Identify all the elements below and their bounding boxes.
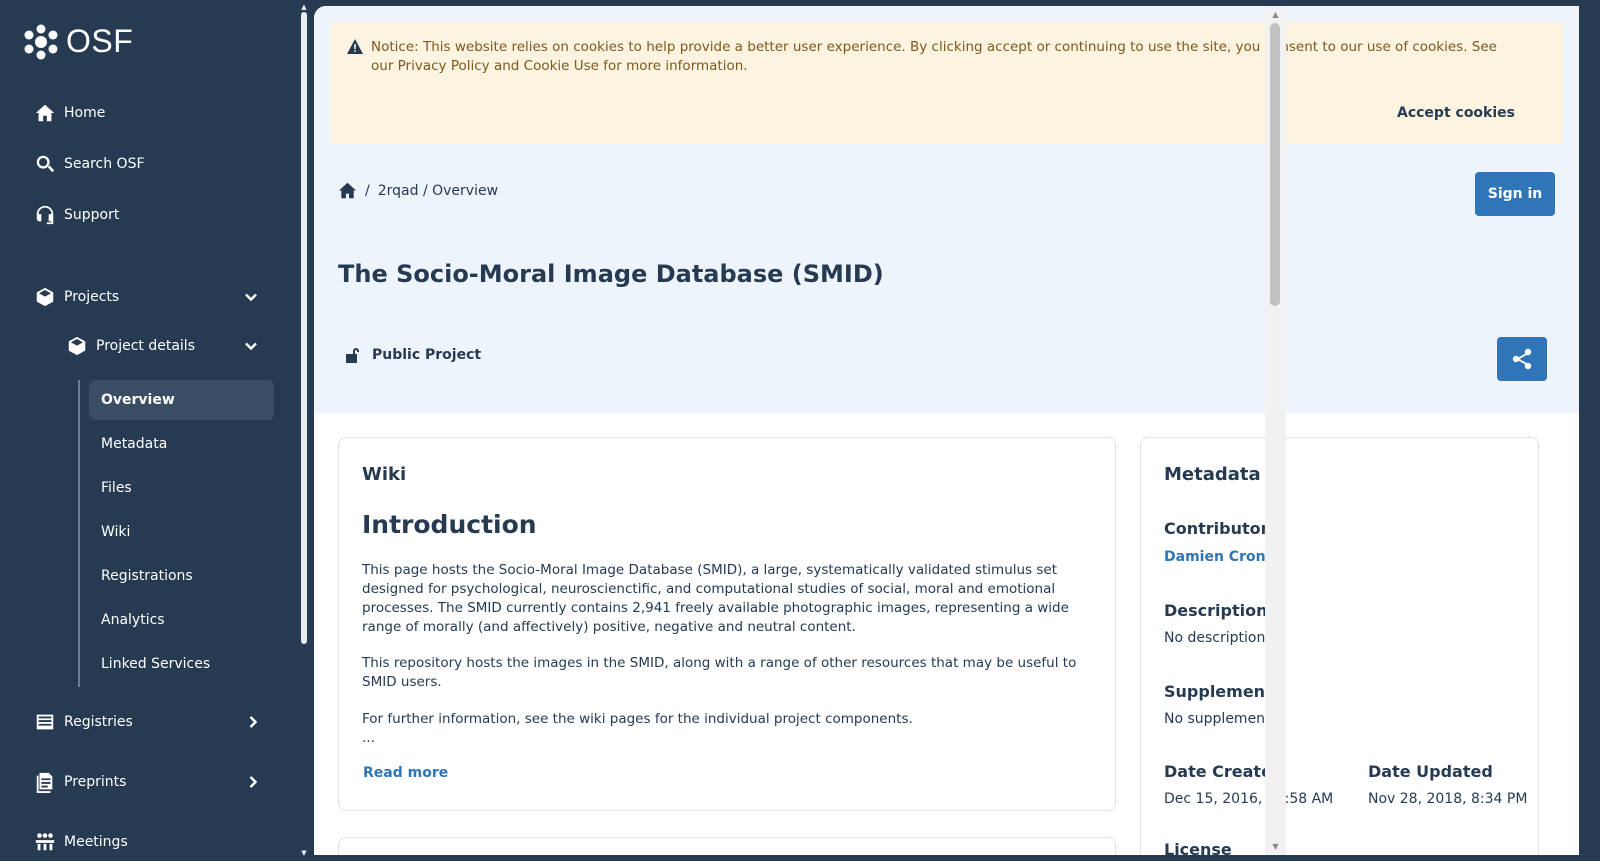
main-scrollbar[interactable]: ▲ ▼ <box>1265 6 1286 855</box>
osf-logo-icon <box>24 24 58 59</box>
main-scroll-down-icon[interactable]: ▼ <box>1265 842 1286 851</box>
unlock-icon <box>346 348 359 363</box>
nav-home[interactable]: Home <box>34 100 105 126</box>
share-button[interactable] <box>1497 337 1547 381</box>
nav-support-label: Support <box>64 207 120 223</box>
sidebar-scrollbar[interactable]: ▲ ▼ <box>300 0 314 861</box>
breadcrumb: / 2rqad / Overview <box>338 182 498 199</box>
warning-icon <box>347 39 363 58</box>
license-label: License <box>1164 840 1232 855</box>
visibility-label: Public Project <box>372 347 482 363</box>
date-created-value: Dec 15, 2016, 11:58 AM <box>1164 791 1334 807</box>
date-updated-value: Nov 28, 2018, 8:34 PM <box>1368 791 1528 807</box>
wiki-intro-title: Introduction <box>362 510 537 539</box>
nav-meetings[interactable]: Meetings <box>34 829 128 855</box>
metadata-card: Metadata Contributors Damien Crone Descr… <box>1140 437 1539 855</box>
preprints-chevron-right-icon[interactable] <box>246 775 260 792</box>
registries-chevron-right-icon[interactable] <box>246 715 260 732</box>
date-updated-label: Date Updated <box>1368 762 1493 781</box>
nav-meetings-label: Meetings <box>64 834 128 850</box>
contributors-label: Contributors <box>1164 519 1279 538</box>
nav-preprints-label: Preprints <box>64 774 127 790</box>
sub-nav-overview[interactable]: Overview <box>89 380 274 420</box>
home-icon <box>35 104 55 122</box>
cube-icon <box>68 336 86 356</box>
description-value: No description <box>1164 630 1266 646</box>
sidebar-scroll-thumb[interactable] <box>301 12 307 644</box>
nav-search[interactable]: Search OSF <box>34 151 145 177</box>
metadata-heading: Metadata <box>1164 464 1261 485</box>
headset-icon <box>36 205 54 225</box>
sub-nav-wiki[interactable]: Wiki <box>89 512 274 552</box>
logo-text: OSF <box>66 23 134 59</box>
sub-nav-rail <box>78 380 80 687</box>
preprints-icon <box>36 772 53 793</box>
main-scroll-thumb[interactable] <box>1270 23 1280 306</box>
project-visibility: Public Project <box>344 346 481 364</box>
supplements-value: No supplements <box>1164 711 1278 727</box>
nav-projects[interactable]: Projects <box>34 284 119 310</box>
osf-logo[interactable]: OSF <box>24 23 133 60</box>
sign-in-button[interactable]: Sign in <box>1475 172 1555 216</box>
page-title: The Socio-Moral Image Database (SMID) <box>338 260 884 288</box>
registries-icon <box>36 714 54 730</box>
sub-nav-registrations[interactable]: Registrations <box>89 556 274 596</box>
sub-nav-analytics[interactable]: Analytics <box>89 600 274 640</box>
sub-nav-files[interactable]: Files <box>89 468 274 508</box>
projects-chevron-down-icon[interactable] <box>244 290 258 307</box>
contributor-link[interactable]: Damien Crone <box>1164 549 1275 565</box>
project-details-chevron-down-icon[interactable] <box>244 339 258 356</box>
nav-preprints[interactable]: Preprints <box>34 769 126 795</box>
wiki-heading: Wiki <box>362 464 407 485</box>
sidebar-scroll-up-icon[interactable]: ▲ <box>300 4 308 11</box>
wiki-paragraph-2: This repository hosts the images in the … <box>362 655 1077 690</box>
meetings-icon <box>35 833 55 851</box>
nav-project-details-label: Project details <box>96 338 195 354</box>
nav-project-details[interactable]: Project details <box>66 333 195 359</box>
nav-registries-label: Registries <box>64 714 133 730</box>
wiki-paragraph-3: For further information, see the wiki pa… <box>362 711 913 727</box>
description-label: Description <box>1164 601 1268 620</box>
breadcrumb-separator: / <box>365 182 370 199</box>
sub-nav-metadata[interactable]: Metadata <box>89 424 274 464</box>
cookie-notice-text: Notice: This website relies on cookies t… <box>371 39 1497 74</box>
nav-search-label: Search OSF <box>64 156 145 172</box>
sub-nav-linked-services[interactable]: Linked Services <box>89 644 274 684</box>
wiki-paragraph-1: This page hosts the Socio-Moral Image Da… <box>362 562 1069 635</box>
nav-registries[interactable]: Registries <box>34 709 133 735</box>
accept-cookies-button[interactable]: Accept cookies <box>1397 105 1515 121</box>
home-icon[interactable] <box>338 182 357 199</box>
search-icon <box>36 155 55 173</box>
breadcrumb-path[interactable]: 2rqad / Overview <box>378 183 498 199</box>
nav-support[interactable]: Support <box>34 202 119 228</box>
cookie-notice: Notice: This website relies on cookies t… <box>330 22 1563 144</box>
share-icon <box>1512 348 1532 370</box>
sidebar: OSF Home Search OSF Support Projects Pro… <box>0 0 300 861</box>
next-card <box>338 837 1116 855</box>
nav-projects-label: Projects <box>64 289 120 305</box>
wiki-card: Wiki Introduction This page hosts the So… <box>338 437 1116 811</box>
wiki-ellipsis: ... <box>362 730 375 746</box>
nav-home-label: Home <box>64 105 106 121</box>
main-content: Notice: This website relies on cookies t… <box>314 6 1579 855</box>
cube-icon <box>36 287 54 307</box>
read-more-link[interactable]: Read more <box>363 765 448 781</box>
main-scroll-up-icon[interactable]: ▲ <box>1265 10 1286 19</box>
sidebar-scroll-down-icon[interactable]: ▼ <box>300 850 308 857</box>
